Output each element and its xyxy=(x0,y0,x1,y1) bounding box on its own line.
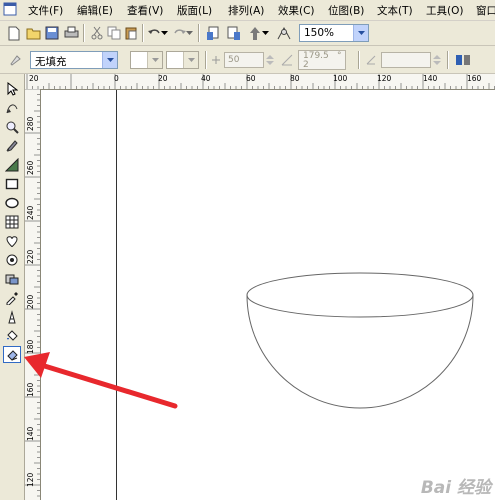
transparency-type-value: 无填充 xyxy=(35,56,67,68)
ruler-h-label: 40 xyxy=(201,74,211,83)
ruler-v-label: 120 xyxy=(26,472,35,487)
print-icon[interactable] xyxy=(62,24,80,42)
separator xyxy=(447,51,449,69)
smart-fill-tool-icon[interactable] xyxy=(3,156,21,173)
spin-arrows-icon[interactable] xyxy=(431,51,443,69)
menu-arrange[interactable]: 排列(A) xyxy=(228,3,264,18)
drawing-canvas[interactable] xyxy=(41,90,495,500)
ruler-h-label: 0 xyxy=(114,74,119,83)
separator xyxy=(358,51,360,69)
zoom-tool-icon[interactable] xyxy=(3,118,21,135)
transparency-midpoint-value: 50 xyxy=(228,55,240,65)
ruler-v-label: 280 xyxy=(26,116,35,131)
graph-paper-tool-icon[interactable] xyxy=(3,213,21,230)
interactive-fill-tool-icon[interactable] xyxy=(3,346,21,363)
zoom-level-value: 150% xyxy=(304,27,335,39)
separator xyxy=(198,24,200,42)
angle-icon xyxy=(278,51,296,69)
degree-unit: ° xyxy=(337,51,342,61)
menu-view[interactable]: 查看(V) xyxy=(127,3,163,18)
transparency-midpoint-field[interactable]: 50 xyxy=(224,52,264,68)
separator xyxy=(142,24,144,42)
cut-icon[interactable] xyxy=(88,24,106,42)
ruler-v-label: 240 xyxy=(26,205,35,220)
vertical-ruler[interactable]: 280 260 240 220 200 180 160 140 120 xyxy=(25,89,41,500)
rectangle-tool-icon[interactable] xyxy=(3,175,21,192)
standard-toolbar: 150% xyxy=(0,21,495,46)
ellipse-tool-icon[interactable] xyxy=(3,194,21,211)
eyedropper-tool-icon[interactable] xyxy=(3,289,21,306)
angle-and-edge-field[interactable]: 179.5 ° 2 xyxy=(298,50,346,70)
paste-icon[interactable] xyxy=(122,24,140,42)
ruler-h-label: 20 xyxy=(158,74,168,83)
ruler-v-label: 220 xyxy=(26,249,35,264)
launcher-dropdown-icon[interactable] xyxy=(261,24,269,42)
target-combo[interactable] xyxy=(166,51,199,69)
separator xyxy=(205,51,207,69)
ruler-v-label: 140 xyxy=(26,426,35,441)
menu-effects[interactable]: 效果(C) xyxy=(278,3,315,18)
menu-bitmaps[interactable]: 位图(B) xyxy=(328,3,364,18)
page-border-line xyxy=(116,90,117,500)
ruler-h-label: 20 xyxy=(29,74,39,83)
ruler-h-label: 100 xyxy=(333,74,348,83)
outline-tool-icon[interactable] xyxy=(3,308,21,325)
save-icon[interactable] xyxy=(43,24,61,42)
menu-text[interactable]: 文本(T) xyxy=(377,3,413,18)
menu-file[interactable]: 文件(F) xyxy=(28,3,63,18)
fill-tool-icon[interactable] xyxy=(3,327,21,344)
operation-combo[interactable] xyxy=(130,51,163,69)
chevron-down-icon[interactable] xyxy=(147,52,162,68)
zoom-level-combo[interactable]: 150% xyxy=(299,24,369,42)
edge-pad-value: 2 xyxy=(303,60,309,70)
angle-small-icon xyxy=(364,51,378,69)
ruler-v-label: 160 xyxy=(26,382,35,397)
pick-tool-icon[interactable] xyxy=(3,80,21,97)
menu-window[interactable]: 窗口 xyxy=(476,3,495,18)
chevron-down-icon[interactable] xyxy=(183,52,198,68)
open-folder-icon[interactable] xyxy=(24,24,42,42)
ruler-h-label: 60 xyxy=(246,74,256,83)
undo-dropdown-icon[interactable] xyxy=(160,24,168,42)
new-document-icon[interactable] xyxy=(5,24,23,42)
freehand-tool-icon[interactable] xyxy=(3,137,21,154)
copy-icon[interactable] xyxy=(105,24,123,42)
transparency-tool-icon xyxy=(6,51,24,69)
separator xyxy=(83,24,85,42)
menu-edit[interactable]: 编辑(E) xyxy=(77,3,113,18)
ruler-h-label: 80 xyxy=(290,74,300,83)
menu-tools[interactable]: 工具(O) xyxy=(426,3,463,18)
slider-midpoint-icon xyxy=(210,51,222,69)
property-bar: 无填充 50 179.5 ° 2 xyxy=(0,46,495,74)
spin-arrows-icon[interactable] xyxy=(264,51,276,69)
horizontal-ruler[interactable]: 20 0 20 40 60 80 100 120 140 160 xyxy=(25,74,495,90)
toolbox xyxy=(0,74,25,500)
import-icon[interactable] xyxy=(204,24,222,42)
watermark: Bai 经验 xyxy=(420,478,491,498)
chevron-down-icon[interactable] xyxy=(353,25,368,41)
chevron-down-icon[interactable] xyxy=(102,52,117,68)
interactive-blend-tool-icon[interactable] xyxy=(3,270,21,287)
ruler-v-label: 200 xyxy=(26,294,35,309)
copy-transparency-icon[interactable] xyxy=(454,51,472,69)
ruler-h-label: 120 xyxy=(377,74,392,83)
export-icon[interactable] xyxy=(224,24,242,42)
ruler-v-label: 260 xyxy=(26,160,35,175)
ruler-h-label: 140 xyxy=(423,74,438,83)
redo-dropdown-icon[interactable] xyxy=(185,24,193,42)
corel-online-icon[interactable] xyxy=(275,24,293,42)
app-icon xyxy=(3,2,17,16)
menu-bar: 文件(F) 编辑(E) 查看(V) 版面(L) 排列(A) 效果(C) 位图(B… xyxy=(0,0,495,21)
ruler-v-label: 180 xyxy=(26,339,35,354)
text-tool-icon[interactable] xyxy=(3,251,21,268)
ruler-h-label: 160 xyxy=(467,74,482,83)
edge-pad-field[interactable] xyxy=(381,52,431,68)
transparency-type-combo[interactable]: 无填充 xyxy=(30,51,118,69)
menu-layout[interactable]: 版面(L) xyxy=(177,3,212,18)
basic-shapes-tool-icon[interactable] xyxy=(3,232,21,249)
shape-tool-icon[interactable] xyxy=(3,99,21,116)
